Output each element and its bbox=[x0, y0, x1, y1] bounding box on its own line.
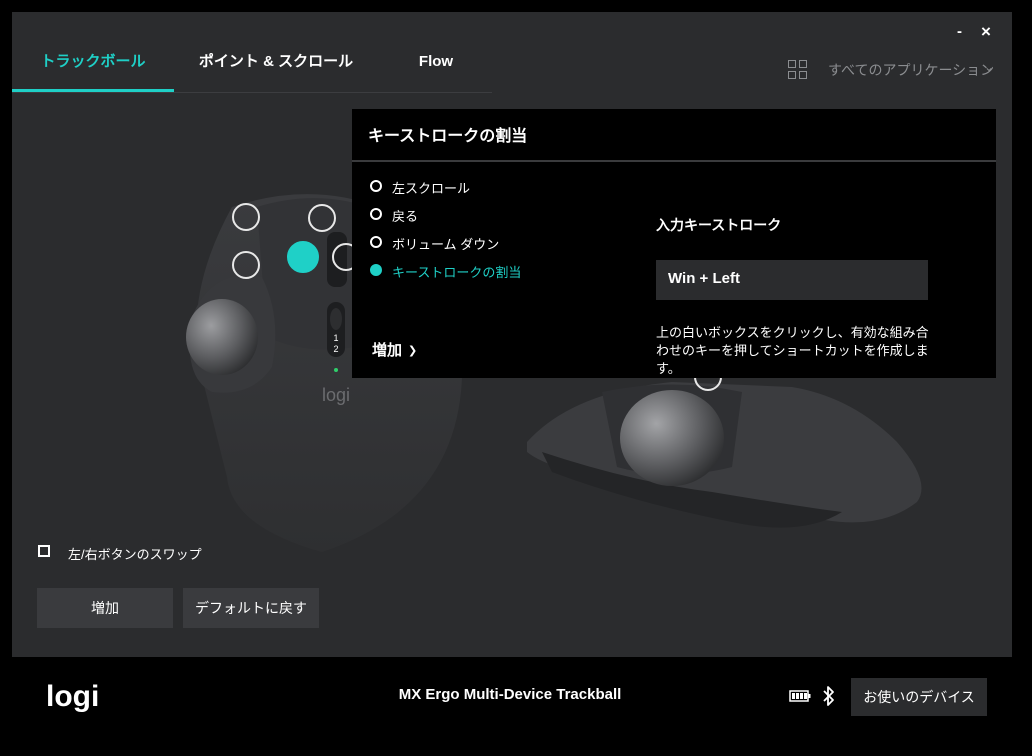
popup-title: キーストロークの割当 bbox=[368, 128, 528, 145]
keystroke-input-label: 入力キーストローク bbox=[656, 217, 782, 233]
bluetooth-icon bbox=[823, 686, 834, 706]
add-button[interactable]: 増加 bbox=[37, 588, 173, 628]
hotspot-middle-button[interactable] bbox=[308, 204, 336, 232]
reset-default-button[interactable]: デフォルトに戻す bbox=[183, 588, 319, 628]
tab-flow[interactable]: Flow bbox=[400, 52, 472, 90]
chevron-down-icon: ⌄ bbox=[984, 60, 995, 74]
hotspot-selected-button[interactable] bbox=[287, 241, 319, 273]
hotspot-left-scroll[interactable] bbox=[232, 203, 260, 231]
radio-icon bbox=[370, 180, 382, 192]
option-label: キーストロークの割当 bbox=[392, 265, 522, 280]
mode-label-1: 1 bbox=[333, 333, 338, 343]
close-button[interactable]: × bbox=[981, 23, 991, 40]
radio-selected-icon bbox=[370, 264, 382, 276]
my-devices-button[interactable]: お使いのデバイス bbox=[851, 678, 987, 716]
chevron-down-icon: ❯ bbox=[408, 345, 418, 357]
popup-add-label: 増加 bbox=[372, 342, 403, 359]
popup-divider bbox=[352, 160, 996, 162]
radio-icon bbox=[370, 208, 382, 220]
battery-icon bbox=[789, 690, 811, 702]
radio-icon bbox=[370, 236, 382, 248]
tab-point-scroll[interactable]: ポイント & スクロール bbox=[194, 52, 358, 90]
keystroke-input[interactable]: Win + Left bbox=[656, 260, 928, 300]
popup-add-button[interactable]: 増加 ❯ bbox=[372, 339, 417, 360]
minimize-button[interactable]: - bbox=[957, 24, 962, 39]
swap-buttons-label: 左/右ボタンのスワップ bbox=[68, 547, 202, 562]
app-selector-label: すべてのアプリケーション bbox=[828, 62, 995, 78]
grid-icon bbox=[788, 60, 808, 80]
mode-label-2: 2 bbox=[333, 344, 338, 354]
mouse-logo-text: logi bbox=[322, 385, 350, 405]
keystroke-assignment-popup: キーストロークの割当 左スクロール 戻る ボリューム ダウン キーストロークの割… bbox=[352, 109, 996, 378]
checkbox-icon bbox=[38, 545, 50, 557]
option-label: 左スクロール bbox=[392, 181, 471, 196]
option-label: ボリューム ダウン bbox=[392, 237, 500, 252]
mouse-side-view-image bbox=[527, 382, 922, 528]
keystroke-help-text: 上の白いボックスをクリックし、有効な組み合わせのキーを押してショートカットを作成… bbox=[656, 325, 929, 376]
tab-trackball[interactable]: トラックボール bbox=[12, 52, 174, 90]
hotspot-back[interactable] bbox=[232, 251, 260, 279]
option-label: 戻る bbox=[392, 209, 419, 224]
tab-divider bbox=[12, 92, 492, 93]
